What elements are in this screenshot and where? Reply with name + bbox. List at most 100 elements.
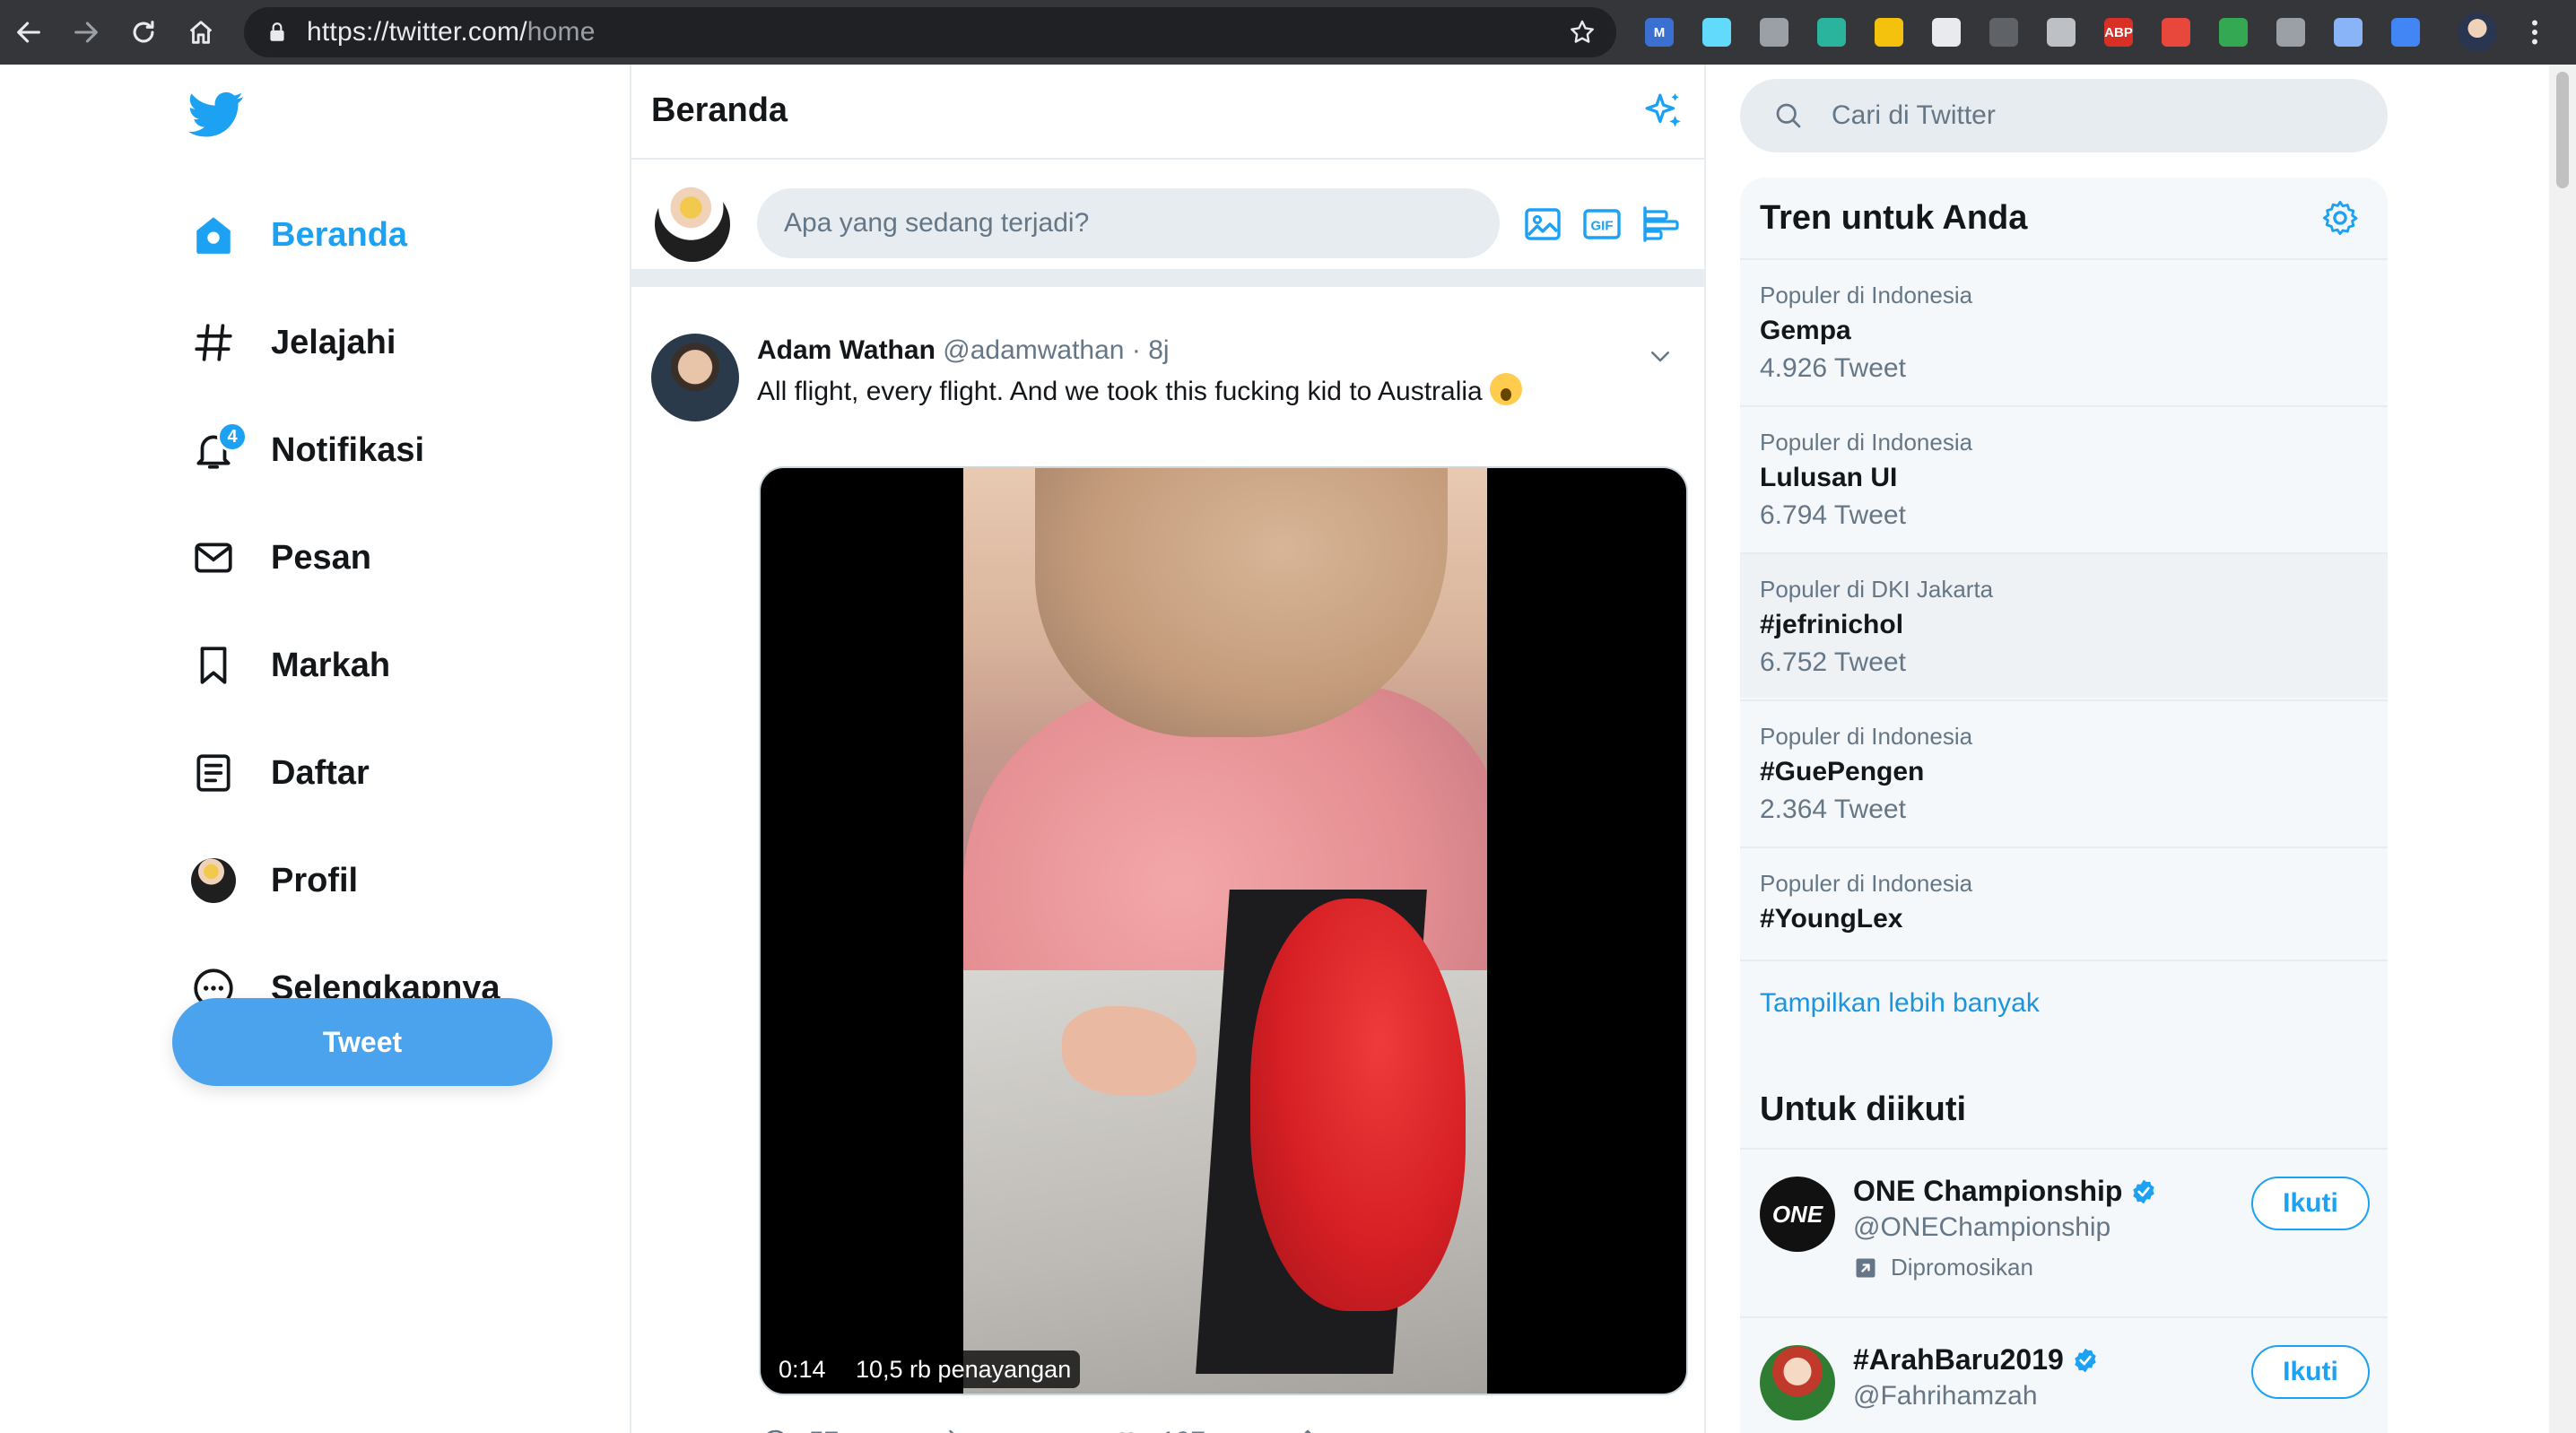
- bookmark-star-icon[interactable]: [1568, 18, 1597, 47]
- trend-item[interactable]: Populer di Indonesia #YoungLex: [1740, 847, 2388, 960]
- share-button[interactable]: [1292, 1415, 1324, 1433]
- code-extension-icon[interactable]: [2262, 0, 2319, 65]
- tweet-author-avatar[interactable]: [651, 334, 739, 421]
- nav-label-profil: Profil: [271, 861, 359, 899]
- camera-extension-icon[interactable]: [2032, 0, 2090, 65]
- trend-item[interactable]: Populer di Indonesia #GuePengen 2.364 Tw…: [1740, 699, 2388, 845]
- svg-text:GIF: GIF: [1591, 218, 1614, 233]
- suggestion-name-text: #ArahBaru2019: [1853, 1343, 2064, 1376]
- tweet-author-name[interactable]: Adam Wathan: [757, 335, 936, 365]
- retweet-button[interactable]: [933, 1415, 965, 1433]
- reload-button[interactable]: [115, 0, 172, 65]
- browser-profile-avatar[interactable]: [2458, 13, 2497, 52]
- square-extension-icon[interactable]: [2377, 0, 2434, 65]
- gif-icon[interactable]: GIF: [1580, 203, 1623, 246]
- barcode-extension-icon[interactable]: [2319, 0, 2377, 65]
- x-extension-icon-glyph: [1989, 18, 2018, 47]
- trend-context: Populer di DKI Jakarta: [1760, 576, 1994, 603]
- back-button[interactable]: [0, 0, 57, 65]
- trends-title: Tren untuk Anda: [1760, 199, 2028, 237]
- nav-item-beranda[interactable]: Beranda: [176, 188, 407, 282]
- follow-suggestion[interactable]: #ArahBaru2019 @Fahrihamzah Ikuti: [1740, 1316, 2388, 1433]
- nav-label-jelajahi: Jelajahi: [271, 323, 396, 361]
- nav-item-jelajahi[interactable]: Jelajahi: [176, 296, 396, 389]
- profile-avatar-slot: [176, 834, 251, 927]
- like-button[interactable]: 197: [1110, 1415, 1205, 1433]
- tweet-composer: Apa yang sedang terjadi? GIF: [631, 161, 1704, 287]
- reply-button[interactable]: 57: [759, 1415, 839, 1433]
- sparkle-icon[interactable]: [1641, 90, 1686, 135]
- nav-item-daftar[interactable]: Daftar: [176, 726, 370, 820]
- forward-button[interactable]: [57, 0, 115, 65]
- who-to-follow-title: Untuk diikuti: [1760, 1090, 1967, 1128]
- follow-button[interactable]: Ikuti: [2251, 1345, 2370, 1399]
- tweet-video[interactable]: 0:14 10,5 rb penayangan: [759, 466, 1688, 1395]
- scrollbar-thumb[interactable]: [2556, 72, 2569, 188]
- adblock-plus-icon[interactable]: ABP: [2090, 0, 2147, 65]
- compose-input[interactable]: Apa yang sedang terjadi?: [757, 188, 1500, 258]
- tweet-button[interactable]: Tweet: [172, 998, 553, 1086]
- react-devtools-icon-glyph: [1702, 18, 1731, 47]
- home-icon: [176, 188, 251, 282]
- nav-item-profil[interactable]: Profil: [176, 834, 358, 927]
- trend-topic: #jefrinichol: [1760, 610, 1904, 639]
- tweet-author-handle[interactable]: @adamwathan: [943, 335, 1124, 365]
- reload-icon: [133, 21, 154, 43]
- tweet-separator: ·: [1131, 335, 1141, 365]
- colorful-extension-icon-glyph: [2219, 18, 2248, 47]
- screaming-face-emoji-icon: [1490, 373, 1523, 405]
- page-scrollbar[interactable]: [2549, 65, 2576, 1433]
- nav-label-pesan: Pesan: [271, 538, 371, 577]
- follow-button[interactable]: Ikuti: [2251, 1177, 2370, 1230]
- compass-extension-icon[interactable]: [1860, 0, 1918, 65]
- tweet[interactable]: Adam Wathan @adamwathan · 8j All flight,…: [631, 305, 1704, 1433]
- tweet-text-content: All flight, every flight. And we took th…: [757, 377, 1483, 406]
- react-devtools-icon[interactable]: [1688, 0, 1745, 65]
- twitter-logo-icon[interactable]: [188, 90, 244, 140]
- search-input[interactable]: Cari di Twitter: [1740, 79, 2388, 152]
- nav-item-pesan[interactable]: Pesan: [176, 511, 371, 604]
- home-browser-button[interactable]: [172, 0, 230, 65]
- round-extension-icon[interactable]: [1745, 0, 1803, 65]
- show-more-trends-link[interactable]: Tampilkan lebih banyak: [1740, 960, 2388, 1049]
- gear-icon[interactable]: [2319, 197, 2361, 239]
- address-bar[interactable]: https://twitter.com/home: [244, 7, 1616, 57]
- timeline-header: Beranda: [631, 65, 1704, 160]
- like-count: 197: [1161, 1427, 1205, 1433]
- trend-item[interactable]: Populer di Indonesia Gempa 4.926 Tweet: [1740, 258, 2388, 404]
- trend-item[interactable]: Populer di DKI Jakarta #jefrinichol 6.75…: [1740, 552, 2388, 698]
- colorful-extension-icon[interactable]: [2205, 0, 2262, 65]
- one-championship-avatar[interactable]: ONE: [1760, 1177, 1835, 1252]
- nav-item-markah[interactable]: Markah: [176, 619, 390, 712]
- barcode-extension-icon-glyph: [2334, 18, 2363, 47]
- follow-suggestion[interactable]: ONE ONE Championship @ONEChampionship Di…: [1740, 1148, 2388, 1316]
- adblock-plus-icon-glyph: ABP: [2104, 18, 2133, 47]
- nav-item-notifikasi[interactable]: 4 Notifikasi: [176, 404, 424, 497]
- trend-context: Populer di Indonesia: [1760, 429, 1973, 456]
- m-extension-icon[interactable]: M: [1631, 0, 1688, 65]
- tweet-time[interactable]: 8j: [1148, 335, 1169, 365]
- suggestion-name: #ArahBaru2019: [1853, 1343, 2100, 1377]
- chevron-down-icon[interactable]: [1647, 343, 1674, 369]
- red-arrow-extension-icon[interactable]: [2147, 0, 2205, 65]
- suggestion-name-text: ONE Championship: [1853, 1175, 2123, 1207]
- trend-item[interactable]: Populer di Indonesia Lulusan UI 6.794 Tw…: [1740, 405, 2388, 551]
- x-extension-icon[interactable]: [1975, 0, 2032, 65]
- trend-count: 6.794 Tweet: [1760, 500, 1906, 530]
- nav-label-daftar: Daftar: [271, 753, 370, 792]
- target-extension-icon[interactable]: [1918, 0, 1975, 65]
- m-extension-icon-glyph: M: [1645, 18, 1674, 47]
- browser-menu-icon[interactable]: [2519, 16, 2551, 48]
- arahbaru-avatar[interactable]: [1760, 1345, 1835, 1420]
- composer-avatar[interactable]: [655, 187, 730, 262]
- red-arrow-extension-icon-glyph: [2162, 18, 2190, 47]
- poll-icon[interactable]: [1640, 203, 1683, 246]
- image-icon[interactable]: [1521, 203, 1564, 246]
- teal-extension-icon[interactable]: [1803, 0, 1860, 65]
- who-to-follow-card: Untuk diikuti ONE ONE Championship @ONEC…: [1740, 1069, 2388, 1433]
- right-sidebar: Cari di Twitter Tren untuk Anda Populer …: [1740, 65, 2388, 1433]
- trend-context: Populer di Indonesia: [1760, 723, 1973, 750]
- forward-arrow-icon: [74, 22, 98, 43]
- reply-icon: [767, 1429, 784, 1433]
- url-path: home: [527, 17, 596, 47]
